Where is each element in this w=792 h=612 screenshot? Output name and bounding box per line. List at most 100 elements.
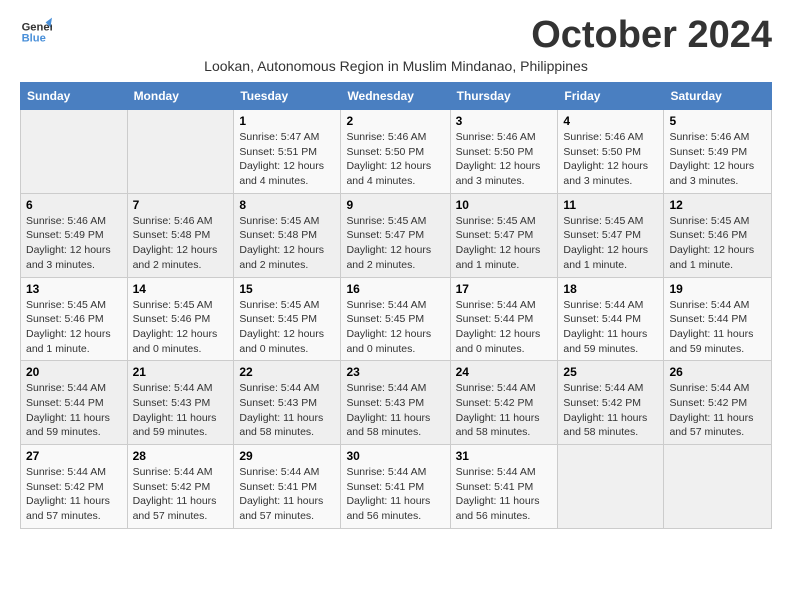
day-info: Sunrise: 5:46 AM Sunset: 5:49 PM Dayligh… xyxy=(26,214,122,273)
day-info: Sunrise: 5:44 AM Sunset: 5:41 PM Dayligh… xyxy=(456,465,553,524)
day-number: 30 xyxy=(346,449,444,463)
calendar-cell xyxy=(127,110,234,194)
day-number: 28 xyxy=(133,449,229,463)
calendar-cell: 20Sunrise: 5:44 AM Sunset: 5:44 PM Dayli… xyxy=(21,361,128,445)
day-number: 13 xyxy=(26,282,122,296)
logo-icon: General Blue xyxy=(20,16,52,48)
logo: General Blue xyxy=(20,16,52,48)
day-number: 5 xyxy=(669,114,766,128)
calendar-cell: 2 Sunrise: 5:46 AM Sunset: 5:50 PM Daylig… xyxy=(341,110,450,194)
day-number: 25 xyxy=(563,365,658,379)
day-info: Sunrise: 5:45 AM Sunset: 5:47 PM Dayligh… xyxy=(563,214,658,273)
calendar-cell: 7Sunrise: 5:46 AM Sunset: 5:48 PM Daylig… xyxy=(127,193,234,277)
page-header: General Blue October 2024 xyxy=(20,16,772,54)
day-number: 4 xyxy=(563,114,658,128)
calendar-cell: 23 Sunrise: 5:44 AM Sunset: 5:43 PM Dayli… xyxy=(341,361,450,445)
calendar-cell: 14 Sunrise: 5:45 AM Sunset: 5:46 PM Dayli… xyxy=(127,277,234,361)
svg-text:Blue: Blue xyxy=(22,33,46,45)
calendar-cell: 4 Sunrise: 5:46 AM Sunset: 5:50 PM Daylig… xyxy=(558,110,664,194)
day-info: Sunrise: 5:44 AM Sunset: 5:43 PM Dayligh… xyxy=(346,381,444,440)
day-info: Sunrise: 5:44 AM Sunset: 5:43 PM Dayligh… xyxy=(239,381,335,440)
day-info: Sunrise: 5:44 AM Sunset: 5:44 PM Dayligh… xyxy=(669,298,766,357)
day-number: 29 xyxy=(239,449,335,463)
calendar-cell: 12Sunrise: 5:45 AM Sunset: 5:46 PM Dayli… xyxy=(664,193,772,277)
month-title: October 2024 xyxy=(531,16,772,54)
calendar-cell: 25 Sunrise: 5:44 AM Sunset: 5:42 PM Dayli… xyxy=(558,361,664,445)
day-number: 10 xyxy=(456,198,553,212)
calendar-cell: 3 Sunrise: 5:46 AM Sunset: 5:50 PM Daylig… xyxy=(450,110,558,194)
calendar-cell xyxy=(664,445,772,529)
calendar-cell: 31 Sunrise: 5:44 AM Sunset: 5:41 PM Dayli… xyxy=(450,445,558,529)
calendar-cell: 8 Sunrise: 5:45 AM Sunset: 5:48 PM Daylig… xyxy=(234,193,341,277)
weekday-header-monday: Monday xyxy=(127,83,234,110)
day-info: Sunrise: 5:45 AM Sunset: 5:46 PM Dayligh… xyxy=(669,214,766,273)
day-number: 8 xyxy=(239,198,335,212)
day-number: 21 xyxy=(133,365,229,379)
calendar-cell: 13 Sunrise: 5:45 AM Sunset: 5:46 PM Dayli… xyxy=(21,277,128,361)
day-info: Sunrise: 5:46 AM Sunset: 5:49 PM Dayligh… xyxy=(669,130,766,189)
day-number: 23 xyxy=(346,365,444,379)
day-number: 26 xyxy=(669,365,766,379)
day-info: Sunrise: 5:46 AM Sunset: 5:50 PM Dayligh… xyxy=(456,130,553,189)
calendar-cell: 26Sunrise: 5:44 AM Sunset: 5:42 PM Dayli… xyxy=(664,361,772,445)
calendar-cell: 6 Sunrise: 5:46 AM Sunset: 5:49 PM Daylig… xyxy=(21,193,128,277)
day-info: Sunrise: 5:44 AM Sunset: 5:42 PM Dayligh… xyxy=(456,381,553,440)
calendar-cell: 11 Sunrise: 5:45 AM Sunset: 5:47 PM Dayli… xyxy=(558,193,664,277)
calendar-cell: 16Sunrise: 5:44 AM Sunset: 5:45 PM Dayli… xyxy=(341,277,450,361)
day-number: 18 xyxy=(563,282,658,296)
day-info: Sunrise: 5:44 AM Sunset: 5:42 PM Dayligh… xyxy=(563,381,658,440)
weekday-header-thursday: Thursday xyxy=(450,83,558,110)
day-number: 15 xyxy=(239,282,335,296)
day-info: Sunrise: 5:44 AM Sunset: 5:44 PM Dayligh… xyxy=(456,298,553,357)
day-info: Sunrise: 5:47 AM Sunset: 5:51 PM Dayligh… xyxy=(239,130,335,189)
day-number: 1 xyxy=(239,114,335,128)
day-info: Sunrise: 5:44 AM Sunset: 5:41 PM Dayligh… xyxy=(346,465,444,524)
calendar-cell xyxy=(21,110,128,194)
day-number: 14 xyxy=(133,282,229,296)
day-number: 24 xyxy=(456,365,553,379)
day-number: 11 xyxy=(563,198,658,212)
day-info: Sunrise: 5:46 AM Sunset: 5:50 PM Dayligh… xyxy=(563,130,658,189)
calendar-cell: 10 Sunrise: 5:45 AM Sunset: 5:47 PM Dayli… xyxy=(450,193,558,277)
day-info: Sunrise: 5:44 AM Sunset: 5:44 PM Dayligh… xyxy=(563,298,658,357)
calendar-cell: 30 Sunrise: 5:44 AM Sunset: 5:41 PM Dayli… xyxy=(341,445,450,529)
calendar-cell: 1 Sunrise: 5:47 AM Sunset: 5:51 PM Daylig… xyxy=(234,110,341,194)
day-info: Sunrise: 5:44 AM Sunset: 5:45 PM Dayligh… xyxy=(346,298,444,357)
calendar-cell: 19Sunrise: 5:44 AM Sunset: 5:44 PM Dayli… xyxy=(664,277,772,361)
weekday-header-wednesday: Wednesday xyxy=(341,83,450,110)
day-info: Sunrise: 5:46 AM Sunset: 5:50 PM Dayligh… xyxy=(346,130,444,189)
day-info: Sunrise: 5:45 AM Sunset: 5:47 PM Dayligh… xyxy=(346,214,444,273)
day-info: Sunrise: 5:45 AM Sunset: 5:48 PM Dayligh… xyxy=(239,214,335,273)
calendar-cell: 24 Sunrise: 5:44 AM Sunset: 5:42 PM Dayli… xyxy=(450,361,558,445)
day-info: Sunrise: 5:45 AM Sunset: 5:47 PM Dayligh… xyxy=(456,214,553,273)
calendar-cell: 17 Sunrise: 5:44 AM Sunset: 5:44 PM Dayli… xyxy=(450,277,558,361)
day-number: 31 xyxy=(456,449,553,463)
calendar-cell: 5 Sunrise: 5:46 AM Sunset: 5:49 PM Daylig… xyxy=(664,110,772,194)
weekday-header-saturday: Saturday xyxy=(664,83,772,110)
day-info: Sunrise: 5:44 AM Sunset: 5:42 PM Dayligh… xyxy=(133,465,229,524)
day-number: 9 xyxy=(346,198,444,212)
calendar-cell: 28 Sunrise: 5:44 AM Sunset: 5:42 PM Dayli… xyxy=(127,445,234,529)
calendar-subtitle: Lookan, Autonomous Region in Muslim Mind… xyxy=(20,58,772,74)
weekday-header-friday: Friday xyxy=(558,83,664,110)
day-number: 2 xyxy=(346,114,444,128)
day-info: Sunrise: 5:44 AM Sunset: 5:42 PM Dayligh… xyxy=(26,465,122,524)
day-number: 22 xyxy=(239,365,335,379)
day-info: Sunrise: 5:45 AM Sunset: 5:46 PM Dayligh… xyxy=(26,298,122,357)
calendar-cell xyxy=(558,445,664,529)
calendar-cell: 22 Sunrise: 5:44 AM Sunset: 5:43 PM Dayli… xyxy=(234,361,341,445)
day-number: 3 xyxy=(456,114,553,128)
day-info: Sunrise: 5:44 AM Sunset: 5:43 PM Dayligh… xyxy=(133,381,229,440)
day-number: 17 xyxy=(456,282,553,296)
calendar-cell: 27 Sunrise: 5:44 AM Sunset: 5:42 PM Dayli… xyxy=(21,445,128,529)
day-info: Sunrise: 5:44 AM Sunset: 5:41 PM Dayligh… xyxy=(239,465,335,524)
day-number: 6 xyxy=(26,198,122,212)
day-info: Sunrise: 5:45 AM Sunset: 5:45 PM Dayligh… xyxy=(239,298,335,357)
day-number: 7 xyxy=(133,198,229,212)
weekday-header-sunday: Sunday xyxy=(21,83,128,110)
day-info: Sunrise: 5:45 AM Sunset: 5:46 PM Dayligh… xyxy=(133,298,229,357)
calendar-table: SundayMondayTuesdayWednesdayThursdayFrid… xyxy=(20,82,772,529)
day-info: Sunrise: 5:44 AM Sunset: 5:44 PM Dayligh… xyxy=(26,381,122,440)
calendar-cell: 15 Sunrise: 5:45 AM Sunset: 5:45 PM Dayli… xyxy=(234,277,341,361)
day-number: 27 xyxy=(26,449,122,463)
